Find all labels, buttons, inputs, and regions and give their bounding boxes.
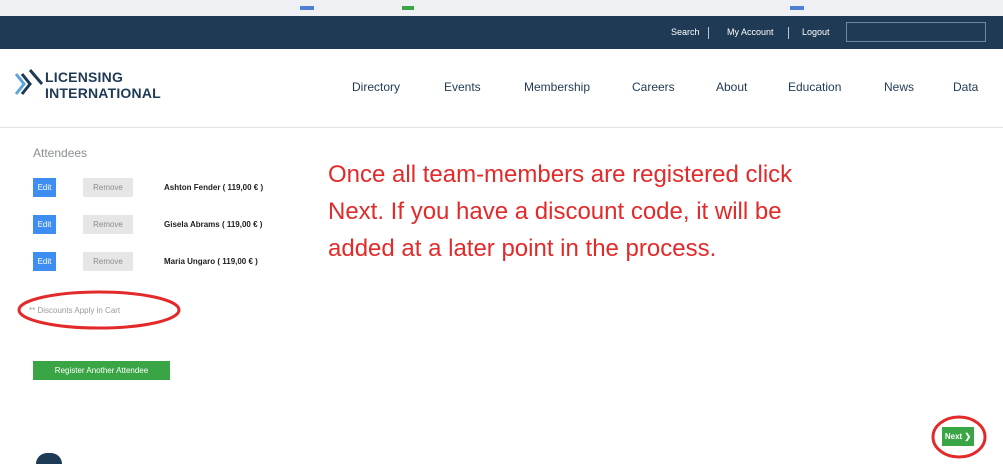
nav-directory[interactable]: Directory [352,80,400,94]
nav-events[interactable]: Events [444,80,481,94]
bookmark-icon[interactable] [790,6,804,10]
nav-about[interactable]: About [716,80,747,94]
nav-careers[interactable]: Careers [632,80,675,94]
instruction-annotation: Once all team-members are registered cli… [328,156,998,267]
bookmark-icon[interactable] [402,6,414,10]
attendee-name: Maria Ungaro ( 119,00 € ) [164,257,258,266]
utility-bar: Search My Account Logout [0,16,1003,49]
remove-attendee-button[interactable]: Remove [83,252,133,271]
bookmark-icon[interactable] [300,6,314,10]
nav-data[interactable]: Data [953,80,978,94]
footer-logo-icon [36,453,62,464]
divider [708,27,709,39]
logout-link[interactable]: Logout [802,16,830,49]
edit-attendee-button[interactable]: Edit [33,252,56,271]
instruction-line: added at a later point in the process. [328,235,717,262]
search-link[interactable]: Search [671,16,700,49]
logo-text-line2: INTERNATIONAL [45,85,161,101]
instruction-line: Once all team-members are registered cli… [328,161,793,188]
edit-attendee-button[interactable]: Edit [33,215,56,234]
remove-attendee-button[interactable]: Remove [83,215,133,234]
attendee-name: Ashton Fender ( 119,00 € ) [164,183,264,192]
remove-attendee-button[interactable]: Remove [83,178,133,197]
attendee-name: Gisela Abrams ( 119,00 € ) [164,220,263,229]
edit-attendee-button[interactable]: Edit [33,178,56,197]
nav-membership[interactable]: Membership [524,80,590,94]
licensing-international-logo[interactable]: LICENSING INTERNATIONAL [14,66,174,106]
nav-news[interactable]: News [884,80,914,94]
register-another-attendee-button[interactable]: Register Another Attendee [33,361,170,380]
divider [788,27,789,39]
attendees-heading: Attendees [33,146,88,160]
logo-text-line1: LICENSING [45,69,124,85]
browser-bookmark-strip [0,0,1003,16]
logo-mark-icon [14,69,44,95]
my-account-link[interactable]: My Account [727,16,774,49]
instruction-line: Next. If you have a discount code, it wi… [328,198,782,225]
nav-education[interactable]: Education [788,80,841,94]
search-input[interactable] [846,22,986,42]
highlight-ring-annotation [17,290,181,330]
site-header: LICENSING INTERNATIONAL Directory Events… [0,49,1003,128]
highlight-ring-annotation [931,415,987,459]
